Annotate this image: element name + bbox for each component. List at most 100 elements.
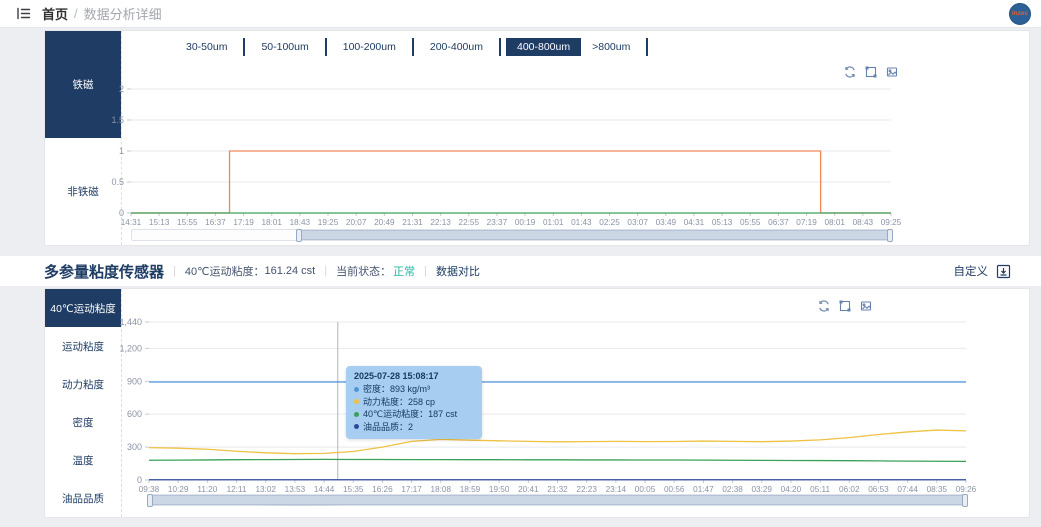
x-axis-label: 06:37 <box>768 218 789 227</box>
x-axis-label: 00:56 <box>664 485 685 494</box>
x-axis-label: 03:07 <box>627 218 648 227</box>
custom-button[interactable]: 自定义 <box>954 263 989 279</box>
x-axis-label: 20:41 <box>518 485 539 494</box>
x-axis-label: 13:53 <box>285 485 306 494</box>
x-axis-label: 06:02 <box>839 485 860 494</box>
x-axis-label: 09:38 <box>139 485 160 494</box>
x-axis-label: 18:08 <box>431 485 452 494</box>
x-axis-label: 22:23 <box>576 485 597 494</box>
x-axis-label: 04:31 <box>684 218 705 227</box>
y-axis-label: 1.5 <box>111 115 124 125</box>
x-axis-label: 02:38 <box>722 485 743 494</box>
y-axis-label: 2 <box>119 84 124 94</box>
x-axis-label: 01:43 <box>571 218 592 227</box>
x-axis-label: 04:20 <box>781 485 802 494</box>
x-axis-label: 05:13 <box>712 218 733 227</box>
x-axis-label: 00:19 <box>515 218 536 227</box>
x-axis-label: 08:43 <box>853 218 874 227</box>
datazoom-handle-left[interactable] <box>147 494 153 507</box>
x-axis-label: 07:44 <box>897 485 918 494</box>
y-axis-label: 1,440 <box>119 317 142 327</box>
menu-collapse-icon[interactable] <box>14 5 32 23</box>
viscosity-chart[interactable]: 0 300 600 900 1,200 1,440 09:38 10:29 11:20 12:11… <box>45 289 1031 519</box>
particle-panel: 铁磁 非铁磁 30-50um 50-100um 100-200um 200-400um 4… <box>44 30 1030 246</box>
x-axis-label: 18:01 <box>261 218 282 227</box>
x-axis-label: 08:35 <box>927 485 948 494</box>
x-axis-label: 15:35 <box>343 485 364 494</box>
x-axis-label: 03:29 <box>752 485 773 494</box>
x-axis-label: 01:01 <box>543 218 564 227</box>
tooltip-timestamp: 2025-07-28 15:08:17 <box>354 371 439 381</box>
chart1-datazoom-slider[interactable] <box>131 229 893 242</box>
x-axis-label: 06:53 <box>868 485 889 494</box>
viscosity-metric-value: 161.24 cst <box>264 265 316 277</box>
user-avatar[interactable]: inzec <box>1009 2 1031 25</box>
chart-tooltip: 2025-07-28 15:08:17 密度：893 kg/m³ 动力粘度：258… <box>346 366 482 439</box>
x-axis-label: 12:11 <box>227 485 247 494</box>
data-compare-link[interactable]: 数据对比 <box>436 263 480 279</box>
separator: | <box>324 265 328 277</box>
breadcrumb-home[interactable]: 首页 <box>42 4 68 23</box>
app-root: 首页 / 数据分析详细 inzec 铁磁 非铁磁 30-50um 50-100um 1… <box>0 0 1041 527</box>
avatar-logo-text: inzec <box>1011 10 1028 17</box>
x-axis-label: 05:11 <box>810 485 830 494</box>
x-axis-label: 22:13 <box>430 218 451 227</box>
series-line-动力粘度 <box>148 429 967 455</box>
x-axis-label: 13:02 <box>255 485 276 494</box>
viscosity-panel: 40℃运动粘度 运动粘度 动力粘度 密度 温度 油品品质 0 300 600 900 1,200 1… <box>44 288 1030 518</box>
tooltip-text: 油品品质：2 <box>363 421 414 432</box>
tooltip-text: 40℃运动粘度：187 cst <box>363 409 458 419</box>
datazoom-selection[interactable] <box>150 495 965 505</box>
series-dot <box>354 386 359 392</box>
series-dot <box>354 424 359 430</box>
datazoom-handle-right[interactable] <box>962 494 968 507</box>
tooltip-row-3: 油品品质：2 <box>354 421 474 434</box>
topbar: 首页 / 数据分析详细 inzec <box>0 0 1041 28</box>
viscosity-metric-label: 40℃运动粘度： <box>184 266 265 278</box>
x-axis-label: 19:50 <box>489 485 510 494</box>
x-axis-label: 23:37 <box>487 218 508 227</box>
x-axis-label: 10:29 <box>168 485 189 494</box>
x-axis-label: 18:59 <box>460 485 481 494</box>
x-axis-label: 15:13 <box>149 218 170 227</box>
x-axis-label: 14:31 <box>121 218 142 227</box>
y-axis-label: 0 <box>137 475 142 485</box>
chart2-datazoom-slider[interactable] <box>147 494 968 507</box>
x-axis-label: 09:25 <box>881 218 902 227</box>
x-axis-label: 01:47 <box>693 485 714 494</box>
x-axis-label: 17:17 <box>401 485 422 494</box>
tooltip-row-2: 40℃运动粘度：187 cst <box>354 408 474 421</box>
series-dot <box>354 399 359 405</box>
x-axis-label: 11:20 <box>197 485 217 494</box>
tooltip-text: 动力粘度：258 cp <box>363 396 436 407</box>
x-axis-label: 00:05 <box>635 485 656 494</box>
separator: | <box>173 265 176 277</box>
series-dot <box>354 411 359 417</box>
y-axis-label: 300 <box>127 442 142 452</box>
datazoom-handle-left[interactable] <box>295 229 302 242</box>
separator: | <box>424 265 427 277</box>
x-axis-label: 21:31 <box>402 218 423 227</box>
x-axis-label: 15:55 <box>177 218 198 227</box>
x-axis-label: 07:19 <box>796 218 817 227</box>
x-axis-label: 05:55 <box>740 218 761 227</box>
x-axis-label: 20:07 <box>346 218 367 227</box>
x-axis-label: 21:32 <box>547 485 568 494</box>
y-axis-label: 600 <box>127 409 142 419</box>
x-axis-label: 23:14 <box>606 485 627 494</box>
datazoom-selection[interactable] <box>298 230 890 240</box>
x-axis-label: 22:55 <box>459 218 480 227</box>
x-axis-label: 08:01 <box>824 218 845 227</box>
x-axis-label: 18:43 <box>290 218 311 227</box>
breadcrumb-separator: / <box>74 6 78 21</box>
x-axis-label: 16:37 <box>205 218 226 227</box>
viscosity-section-header: 多参量粘度传感器 | 40℃运动粘度： 161.24 cst | 当前状态： 正… <box>0 256 1041 286</box>
x-axis-label: 19:25 <box>318 218 339 227</box>
export-icon[interactable] <box>996 264 1011 279</box>
series-line-40℃运动粘度 <box>148 458 967 462</box>
datazoom-handle-right[interactable] <box>887 229 893 242</box>
x-axis-label: 14:44 <box>314 485 335 494</box>
particle-chart[interactable]: 0 0.5 1 1.5 2 14:31 15:13 15:55 16:37 17:19 18:01 1… <box>45 31 1031 247</box>
x-axis-label: 09:26 <box>956 485 977 494</box>
y-axis-label: 0.5 <box>111 177 124 187</box>
